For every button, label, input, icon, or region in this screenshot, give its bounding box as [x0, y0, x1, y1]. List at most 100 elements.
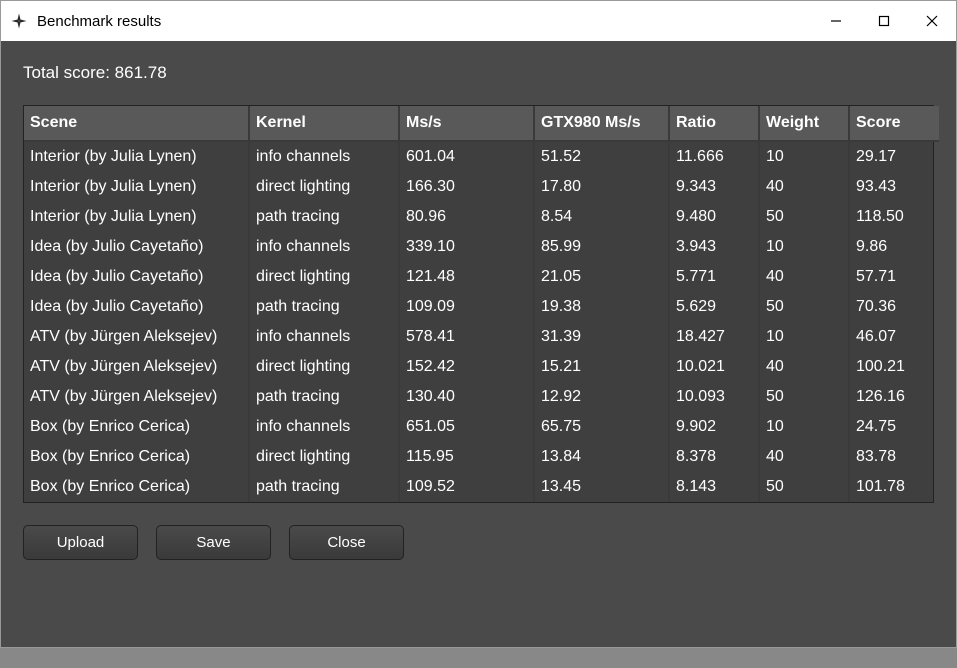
results-table-container: Scene Kernel Ms/s GTX980 Ms/s Ratio Weig… — [23, 105, 934, 503]
cell-ms: 339.10 — [399, 232, 534, 262]
cell-ratio: 5.629 — [669, 292, 759, 322]
cell-score: 118.50 — [849, 202, 939, 232]
cell-gtx: 21.05 — [534, 262, 669, 292]
cell-ms: 121.48 — [399, 262, 534, 292]
cell-score: 46.07 — [849, 322, 939, 352]
cell-ms: 152.42 — [399, 352, 534, 382]
cell-kernel: info channels — [249, 322, 399, 352]
table-row[interactable]: ATV (by Jürgen Aleksejev)direct lighting… — [24, 352, 939, 382]
cell-gtx: 51.52 — [534, 141, 669, 172]
cell-weight: 40 — [759, 442, 849, 472]
cell-scene: Box (by Enrico Cerica) — [24, 412, 249, 442]
button-row: Upload Save Close — [23, 525, 934, 560]
cell-ratio: 9.902 — [669, 412, 759, 442]
cell-gtx: 85.99 — [534, 232, 669, 262]
total-score-value: 861.78 — [115, 63, 167, 82]
cell-kernel: direct lighting — [249, 172, 399, 202]
table-row[interactable]: Interior (by Julia Lynen)direct lighting… — [24, 172, 939, 202]
benchmark-window: Benchmark results Total score: 861.78 Sc… — [0, 0, 957, 648]
cell-ratio: 9.480 — [669, 202, 759, 232]
minimize-button[interactable] — [812, 1, 860, 41]
cell-weight: 10 — [759, 322, 849, 352]
cell-scene: Interior (by Julia Lynen) — [24, 141, 249, 172]
cell-weight: 10 — [759, 232, 849, 262]
client-area: Total score: 861.78 Scene Kernel Ms/s GT… — [1, 41, 956, 647]
cell-kernel: path tracing — [249, 202, 399, 232]
total-score-label: Total score: — [23, 63, 110, 82]
cell-ms: 651.05 — [399, 412, 534, 442]
maximize-button[interactable] — [860, 1, 908, 41]
table-row[interactable]: ATV (by Jürgen Aleksejev)info channels57… — [24, 322, 939, 352]
cell-score: 29.17 — [849, 141, 939, 172]
cell-scene: Interior (by Julia Lynen) — [24, 172, 249, 202]
close-button[interactable]: Close — [289, 525, 404, 560]
table-row[interactable]: Interior (by Julia Lynen)path tracing80.… — [24, 202, 939, 232]
header-ratio[interactable]: Ratio — [669, 106, 759, 141]
results-table: Scene Kernel Ms/s GTX980 Ms/s Ratio Weig… — [24, 106, 939, 502]
cell-kernel: info channels — [249, 232, 399, 262]
cell-score: 9.86 — [849, 232, 939, 262]
cell-ms: 601.04 — [399, 141, 534, 172]
header-scene[interactable]: Scene — [24, 106, 249, 141]
window-title: Benchmark results — [37, 13, 161, 30]
table-row[interactable]: Box (by Enrico Cerica)direct lighting115… — [24, 442, 939, 472]
cell-scene: ATV (by Jürgen Aleksejev) — [24, 352, 249, 382]
cell-score: 100.21 — [849, 352, 939, 382]
cell-ratio: 10.021 — [669, 352, 759, 382]
cell-score: 101.78 — [849, 472, 939, 502]
cell-kernel: info channels — [249, 141, 399, 172]
header-gtx[interactable]: GTX980 Ms/s — [534, 106, 669, 141]
cell-kernel: direct lighting — [249, 262, 399, 292]
table-row[interactable]: Interior (by Julia Lynen)info channels60… — [24, 141, 939, 172]
cell-weight: 50 — [759, 382, 849, 412]
header-score[interactable]: Score — [849, 106, 939, 141]
cell-weight: 10 — [759, 141, 849, 172]
cell-score: 70.36 — [849, 292, 939, 322]
cell-ratio: 8.378 — [669, 442, 759, 472]
cell-ratio: 11.666 — [669, 141, 759, 172]
table-row[interactable]: ATV (by Jürgen Aleksejev)path tracing130… — [24, 382, 939, 412]
table-row[interactable]: Idea (by Julio Cayetaño)path tracing109.… — [24, 292, 939, 322]
cell-kernel: direct lighting — [249, 352, 399, 382]
cell-ratio: 18.427 — [669, 322, 759, 352]
cell-ms: 166.30 — [399, 172, 534, 202]
cell-kernel: path tracing — [249, 292, 399, 322]
cell-weight: 10 — [759, 412, 849, 442]
header-kernel[interactable]: Kernel — [249, 106, 399, 141]
header-ms[interactable]: Ms/s — [399, 106, 534, 141]
cell-scene: Idea (by Julio Cayetaño) — [24, 262, 249, 292]
cell-gtx: 13.45 — [534, 472, 669, 502]
upload-button[interactable]: Upload — [23, 525, 138, 560]
cell-weight: 50 — [759, 472, 849, 502]
table-header-row: Scene Kernel Ms/s GTX980 Ms/s Ratio Weig… — [24, 106, 939, 141]
cell-weight: 40 — [759, 352, 849, 382]
cell-gtx: 8.54 — [534, 202, 669, 232]
cell-weight: 40 — [759, 172, 849, 202]
titlebar[interactable]: Benchmark results — [1, 1, 956, 41]
table-row[interactable]: Idea (by Julio Cayetaño)info channels339… — [24, 232, 939, 262]
table-row[interactable]: Box (by Enrico Cerica)path tracing109.52… — [24, 472, 939, 502]
header-weight[interactable]: Weight — [759, 106, 849, 141]
cell-ms: 578.41 — [399, 322, 534, 352]
cell-ms: 130.40 — [399, 382, 534, 412]
table-row[interactable]: Idea (by Julio Cayetaño)direct lighting1… — [24, 262, 939, 292]
cell-ratio: 8.143 — [669, 472, 759, 502]
cell-kernel: path tracing — [249, 472, 399, 502]
cell-gtx: 13.84 — [534, 442, 669, 472]
cell-gtx: 15.21 — [534, 352, 669, 382]
app-icon — [9, 11, 29, 31]
cell-gtx: 19.38 — [534, 292, 669, 322]
cell-scene: ATV (by Jürgen Aleksejev) — [24, 382, 249, 412]
cell-ratio: 3.943 — [669, 232, 759, 262]
cell-weight: 50 — [759, 202, 849, 232]
cell-scene: Box (by Enrico Cerica) — [24, 472, 249, 502]
cell-scene: Idea (by Julio Cayetaño) — [24, 292, 249, 322]
close-window-button[interactable] — [908, 1, 956, 41]
cell-kernel: direct lighting — [249, 442, 399, 472]
table-row[interactable]: Box (by Enrico Cerica)info channels651.0… — [24, 412, 939, 442]
cell-scene: Box (by Enrico Cerica) — [24, 442, 249, 472]
save-button[interactable]: Save — [156, 525, 271, 560]
cell-kernel: info channels — [249, 412, 399, 442]
cell-gtx: 17.80 — [534, 172, 669, 202]
cell-ratio: 9.343 — [669, 172, 759, 202]
